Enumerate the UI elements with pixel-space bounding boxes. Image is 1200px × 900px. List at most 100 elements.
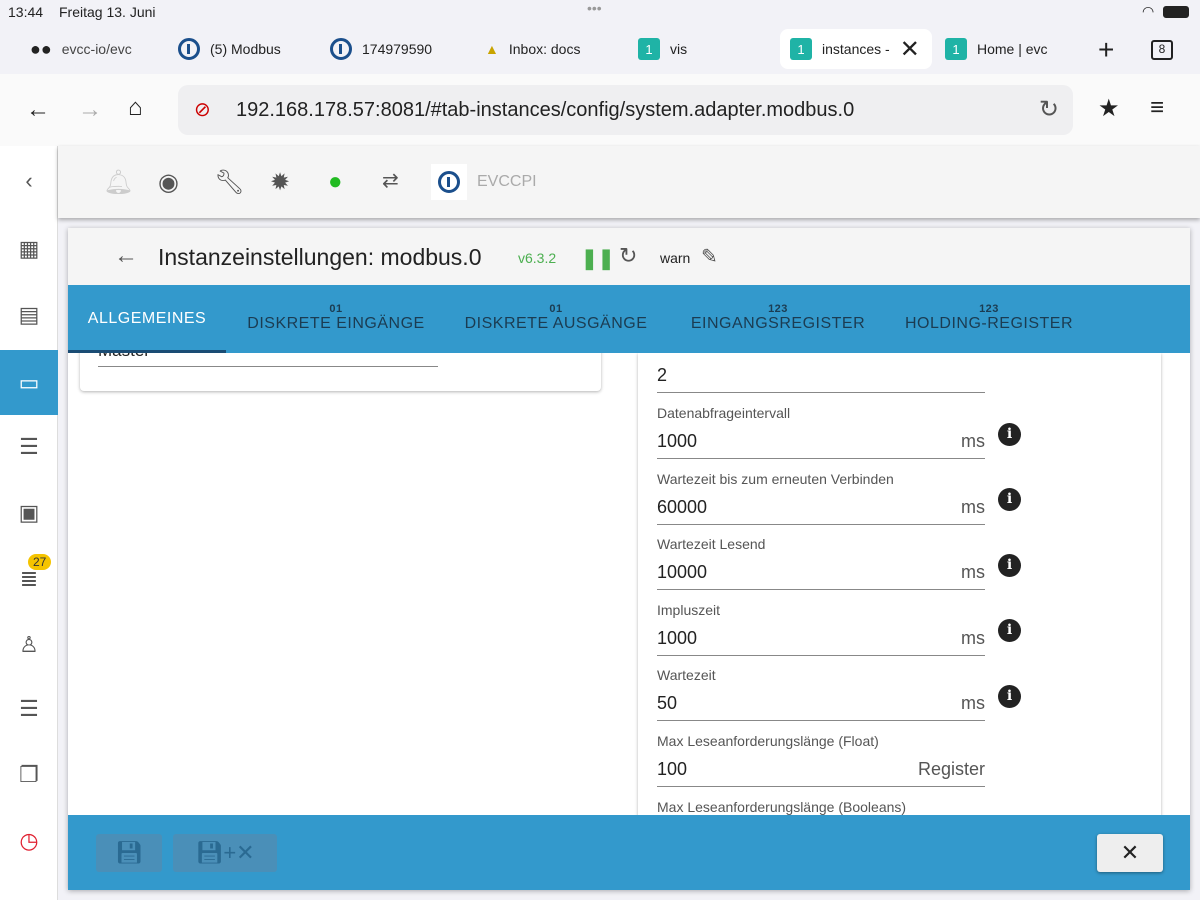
sidebar-item-overview[interactable]: ▦ — [0, 216, 58, 281]
home-icon[interactable]: ⌂ — [128, 94, 143, 122]
browser-tab[interactable]: ●● evcc-io/evc — [20, 29, 142, 69]
field-poll-interval[interactable]: Datenabfrageintervall 1000 ms — [657, 405, 985, 459]
master-card: Master — [80, 353, 601, 391]
iobroker-icon — [330, 38, 352, 60]
clock-icon: ◷ — [19, 827, 39, 853]
wrench-icon[interactable]: 🔧︎ — [214, 168, 244, 197]
tab-input-registers[interactable]: 123 EINGANGSREGISTER — [680, 285, 876, 353]
apps-icon: ▦ — [18, 235, 40, 261]
save-close-button[interactable]: 💾︎+✕ — [173, 834, 277, 872]
tab-count-button[interactable]: 8 — [1151, 40, 1173, 60]
dialog-header: ← Instanzeinstellungen: modbus.0 v6.3.2 … — [68, 228, 1190, 285]
hosts-icon: ☰ — [19, 695, 39, 721]
browser-tab-active[interactable]: 1 instances - ✕ — [780, 29, 932, 69]
reload-icon[interactable]: ↻ — [1039, 95, 1059, 124]
info-icon[interactable]: i — [998, 488, 1021, 511]
menu-icon[interactable]: ≡ — [1150, 94, 1164, 122]
clock: 13:44 — [8, 4, 44, 20]
field-max-read-bool[interactable]: Max Leseanforderungslänge (Booleans) — [657, 799, 985, 815]
dialog-footer: 💾︎ 💾︎+✕ ✕ — [68, 815, 1190, 890]
sidebar-item-objects[interactable]: ☰ — [0, 414, 58, 479]
url-bar: ← → ⌂ ⊘ 192.168.178.57:8081/#tab-instanc… — [0, 74, 1200, 146]
sidebar-item-hosts[interactable]: ☰ — [0, 676, 58, 741]
pause-icon[interactable]: ❚❚ — [581, 246, 615, 271]
sidebar: ‹ ▦ ▤ ▭ ☰ ▣ ≣ 27 ♙ ☰ ❐ ◷ — [0, 146, 58, 900]
version-label: v6.3.2 — [518, 250, 557, 266]
dialog-tabs: ALLGEMEINES 01 DISKRETE EINGÄNGE 01 DISKRE… — [68, 285, 1190, 353]
dialog-content: Master 2 Datenabfrageintervall1000ms i W… — [68, 353, 1190, 815]
sidebar-item-logs[interactable]: ≣ 27 — [0, 546, 58, 611]
info-icon[interactable]: i — [998, 619, 1021, 642]
close-tab-icon[interactable]: ✕ — [900, 35, 920, 64]
edit-pencil-icon[interactable]: ✎ — [701, 244, 718, 269]
sidebar-item-users[interactable]: ♙ — [0, 612, 58, 677]
store-icon: ▤ — [18, 301, 40, 327]
wifi-icon: ◠ — [1142, 3, 1155, 19]
logs-badge: 27 — [28, 554, 52, 570]
field-wait-time[interactable]: Wartezeit 50 ms — [657, 667, 985, 721]
close-button[interactable]: ✕ — [1097, 834, 1163, 872]
field-read-timeout[interactable]: Wartezeit Lesend 10000 ms — [657, 536, 985, 590]
tab-discrete-outputs[interactable]: 01 DISKRETE AUSGÄNGE — [456, 285, 656, 353]
tab-favicon: 1 — [638, 38, 660, 60]
browser-tab[interactable]: ▲ Inbox: docs — [475, 29, 590, 69]
new-tab-icon[interactable]: + — [1098, 34, 1114, 66]
tab-holding-registers[interactable]: 123 HOLDING-REGISTER — [894, 285, 1084, 353]
iobroker-icon — [178, 38, 200, 60]
save-icon: 💾︎ — [115, 840, 143, 865]
sidebar-item-enums[interactable]: ▣ — [0, 480, 58, 545]
back-arrow-icon[interactable]: ← — [114, 242, 138, 270]
master-underline — [98, 366, 438, 367]
user-icon: ♙ — [19, 631, 39, 657]
back-icon[interactable]: ← — [26, 96, 50, 124]
list-icon: ☰ — [19, 433, 39, 459]
settings-icon[interactable]: ✹ — [270, 168, 290, 197]
browser-tab[interactable]: 1 Home | evc — [935, 29, 1058, 69]
save-close-icon: 💾︎+✕ — [195, 840, 255, 865]
sidebar-item-files[interactable]: ❐ — [0, 742, 58, 807]
browser-tab[interactable]: 1 vis — [628, 29, 697, 69]
browser-tab[interactable]: (5) Modbus — [168, 29, 291, 69]
date: Freitag 13. Juni — [59, 4, 156, 20]
iobroker-icon — [438, 171, 460, 193]
host-name: EVCCPI — [477, 173, 537, 190]
instances-icon: ▭ — [18, 369, 40, 395]
bell-icon[interactable]: 🔔︎ — [103, 168, 133, 197]
collapse-sidebar-icon[interactable]: ‹ — [0, 148, 58, 213]
master-label: Master — [98, 353, 150, 361]
tab-allgemeines[interactable]: ALLGEMEINES — [68, 285, 226, 353]
forward-icon[interactable]: → — [78, 96, 102, 124]
field-reconnect-timeout[interactable]: Wartezeit bis zum erneuten Verbinden 6000… — [657, 471, 985, 525]
bookmarks-icon[interactable]: ★ — [1098, 94, 1120, 123]
expert-mode-icon[interactable]: ● — [328, 168, 343, 196]
info-icon[interactable]: i — [998, 685, 1021, 708]
info-icon[interactable]: i — [998, 554, 1021, 577]
host-logo[interactable] — [431, 164, 467, 200]
eye-icon[interactable]: ◉ — [158, 168, 179, 197]
top-toolbar: 🔔︎ ◉ 🔧︎ ✹ ● ⇄ EVCCPI — [58, 146, 1200, 218]
multitask-dots[interactable]: ••• — [587, 0, 602, 16]
address-field[interactable]: ⊘ 192.168.178.57:8081/#tab-instances/con… — [178, 85, 1073, 135]
tab-favicon: 1 — [945, 38, 967, 60]
field-first[interactable]: 2 — [657, 365, 985, 393]
image-list-icon: ▣ — [18, 499, 40, 525]
battery-icon — [1163, 6, 1189, 18]
field-max-read-float[interactable]: Max Leseanforderungslänge (Float) 100 Regi… — [657, 733, 985, 787]
field-pulse-time[interactable]: Impluszeit 1000 ms — [657, 602, 985, 656]
sync-off-icon[interactable]: ⇄ — [382, 168, 399, 193]
mask-icon: ●● — [30, 38, 52, 59]
dialog-title: Instanzeinstellungen: modbus.0 — [158, 244, 482, 270]
log-level: warn — [660, 250, 691, 266]
close-icon: ✕ — [1120, 840, 1140, 865]
browser-tab[interactable]: 174979590 — [320, 29, 442, 69]
browser-tab-bar: ●● evcc-io/evc (5) Modbus 174979590 ▲ Inbo… — [0, 26, 1200, 74]
sidebar-item-instances[interactable]: ▭ — [0, 350, 58, 415]
save-button[interactable]: 💾︎ — [96, 834, 162, 872]
restart-icon[interactable]: ↻ — [619, 243, 637, 269]
sidebar-item-backitup[interactable]: ◷ — [0, 808, 58, 873]
mail-icon: ▲ — [485, 41, 499, 57]
sidebar-item-adapters[interactable]: ▤ — [0, 282, 58, 347]
info-icon[interactable]: i — [998, 423, 1021, 446]
status-bar: 13:44 Freitag 13. Juni ••• ◠ — [0, 0, 1200, 26]
tab-discrete-inputs[interactable]: 01 DISKRETE EINGÄNGE — [236, 285, 436, 353]
